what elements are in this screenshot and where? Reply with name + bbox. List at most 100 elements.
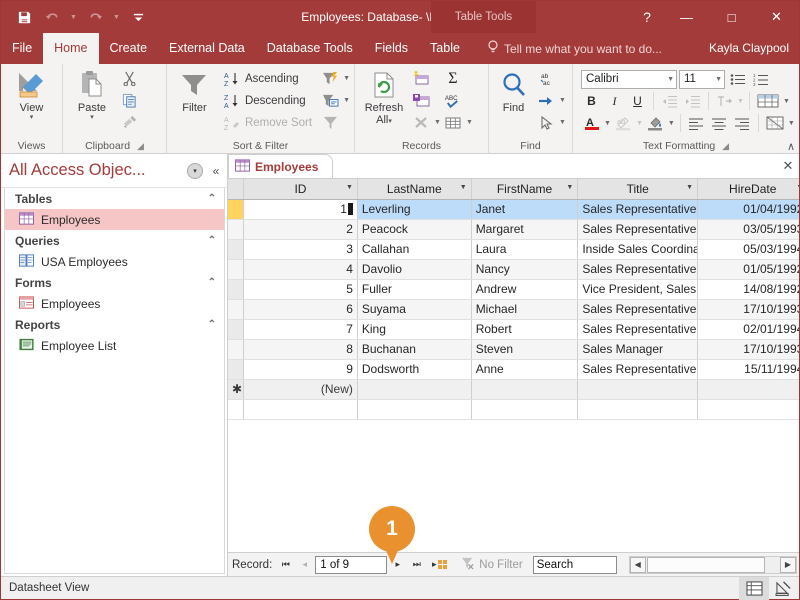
cell-title[interactable]: Sales Representative	[577, 359, 699, 380]
delete-record-caret-icon[interactable]: ▼	[434, 119, 441, 126]
chevron-down-icon[interactable]: ▾	[187, 162, 203, 179]
go-to-icon[interactable]	[534, 90, 558, 111]
cell-id[interactable]: 5	[243, 279, 358, 300]
row-selector[interactable]	[228, 219, 245, 240]
scroll-left-button[interactable]: ◀	[629, 556, 646, 573]
font-size-caret-icon[interactable]: ▼	[715, 76, 722, 83]
table-row[interactable]: 2 Peacock Margaret Sales Representative …	[228, 219, 799, 240]
table-row[interactable]: 5 Fuller Andrew Vice President, Sales 14…	[228, 279, 799, 300]
filter-button[interactable]: Filter	[171, 67, 218, 114]
select-caret-icon[interactable]: ▼	[559, 119, 566, 126]
row-selector[interactable]	[228, 279, 245, 300]
cell-title[interactable]: Sales Representative	[577, 259, 699, 280]
cell-lastname-new[interactable]	[357, 379, 472, 400]
nav-item-employees-form[interactable]: Employees	[5, 293, 224, 314]
background-color-caret-icon[interactable]: ▼	[668, 120, 675, 127]
underline-button[interactable]: U	[627, 91, 648, 111]
maximize-button[interactable]: □	[709, 1, 754, 33]
cell-hiredate[interactable]: 02/01/1994	[697, 319, 799, 340]
cell-firstname[interactable]: Margaret	[471, 219, 579, 240]
cell-id[interactable]: 6	[243, 299, 358, 320]
refresh-all-button[interactable]: Refresh All▾	[359, 67, 409, 126]
first-record-button[interactable]: ⏮	[277, 556, 294, 574]
font-color-icon[interactable]: A	[581, 113, 602, 133]
cell-firstname[interactable]: Andrew	[471, 279, 579, 300]
tab-database-tools[interactable]: Database Tools	[256, 33, 364, 64]
scroll-right-button[interactable]: ▶	[780, 556, 796, 573]
search-input[interactable]: Search	[532, 555, 617, 574]
cell-hiredate[interactable]: 15/11/1994	[697, 359, 799, 380]
undo-dropdown-icon[interactable]: ▼	[67, 5, 80, 29]
nav-group-tables[interactable]: Tables ⌃	[5, 188, 224, 209]
background-color-icon[interactable]	[645, 113, 666, 133]
datasheet-view-icon[interactable]	[739, 576, 769, 600]
column-header-hiredate[interactable]: HireDate ▼	[697, 179, 799, 200]
row-selector[interactable]	[228, 239, 245, 260]
last-record-button[interactable]: ⏭	[408, 556, 425, 574]
paste-caret-icon[interactable]: ▾	[90, 114, 94, 122]
cell-id-new[interactable]: (New)	[243, 379, 358, 400]
cell-firstname[interactable]: Laura	[471, 239, 579, 260]
scrollbar-thumb[interactable]	[646, 556, 765, 573]
row-selector[interactable]	[228, 259, 245, 280]
nav-item-usa-employees-query[interactable]: USA Employees	[5, 251, 224, 272]
font-color-caret-icon[interactable]: ▼	[604, 120, 611, 127]
chevron-down-icon[interactable]: ▼	[686, 184, 693, 191]
customize-quick-access-icon[interactable]	[125, 5, 151, 29]
filter-status[interactable]: No Filter	[461, 557, 523, 573]
find-button[interactable]: Find	[493, 67, 534, 114]
cell-title[interactable]: Sales Representative	[577, 199, 699, 220]
collapse-navigation-pane-icon[interactable]: «	[209, 164, 223, 178]
font-name-select[interactable]: Calibri ▼	[581, 69, 677, 89]
cell-firstname[interactable]: Nancy	[471, 259, 579, 280]
previous-record-button[interactable]: ◂	[296, 556, 313, 574]
cell-title[interactable]: Sales Manager	[577, 339, 699, 360]
spelling-icon[interactable]: ABC	[441, 90, 465, 111]
nav-group-reports[interactable]: Reports ⌃	[5, 314, 224, 335]
cell-firstname[interactable]: Anne	[471, 359, 579, 380]
nav-item-employees-table[interactable]: Employees	[5, 209, 224, 230]
new-record-button[interactable]: ▸	[427, 556, 451, 574]
user-account[interactable]: Kayla Claypool	[709, 33, 789, 64]
cell-lastname[interactable]: Davolio	[357, 259, 472, 280]
replace-icon[interactable]: ab ac	[534, 68, 568, 89]
nav-item-employee-list-report[interactable]: Employee List	[5, 335, 224, 356]
more-records-icon[interactable]	[441, 112, 465, 133]
close-object-icon[interactable]: ✕	[777, 158, 799, 178]
cell-hiredate[interactable]: 17/10/1993	[697, 339, 799, 360]
chevron-up-icon[interactable]: ⌃	[208, 193, 216, 204]
view-caret-icon[interactable]: ▾	[30, 114, 34, 122]
row-selector[interactable]	[228, 299, 245, 320]
gridlines-icon[interactable]	[755, 91, 781, 111]
cell-lastname[interactable]: Suyama	[357, 299, 472, 320]
row-selector[interactable]	[228, 339, 245, 360]
new-record-row[interactable]: ✱ (New)	[228, 379, 799, 400]
next-record-button[interactable]: ▸	[389, 556, 406, 574]
column-header-id[interactable]: ID ▼	[243, 179, 358, 200]
cell-lastname[interactable]: Leverling	[357, 199, 472, 220]
table-row[interactable]: 4 Davolio Nancy Sales Representative 01/…	[228, 259, 799, 280]
table-row[interactable]: 6 Suyama Michael Sales Representative 17…	[228, 299, 799, 320]
table-row[interactable]: 7 King Robert Sales Representative 02/01…	[228, 319, 799, 340]
cell-id[interactable]: 1	[243, 198, 358, 220]
tab-file[interactable]: File	[1, 33, 43, 64]
chevron-up-icon[interactable]: ⌃	[208, 319, 216, 330]
table-row[interactable]: 1 Leverling Janet Sales Representative 0…	[228, 198, 799, 220]
sort-descending-button[interactable]: ZA Descending	[220, 90, 316, 111]
chevron-down-icon[interactable]: ▼	[460, 184, 467, 191]
bold-button[interactable]: B	[581, 91, 602, 111]
table-row[interactable]: 9 Dodsworth Anne Sales Representative 15…	[228, 359, 799, 380]
document-tab-employees[interactable]: Employees	[228, 154, 334, 178]
format-painter-button[interactable]	[117, 112, 142, 133]
text-formatting-dialog-launcher-icon[interactable]: ◢	[722, 141, 729, 151]
align-right-icon[interactable]	[732, 113, 753, 133]
selection-filter-icon[interactable]	[318, 90, 342, 111]
cell-hiredate[interactable]: 14/08/1992	[697, 279, 799, 300]
chevron-up-icon[interactable]: ⌃	[208, 235, 216, 246]
paste-button[interactable]: Paste ▾	[67, 67, 117, 122]
nav-group-forms[interactable]: Forms ⌃	[5, 272, 224, 293]
cell-id[interactable]: 9	[243, 359, 358, 380]
cut-button[interactable]	[117, 68, 142, 89]
font-name-caret-icon[interactable]: ▼	[667, 76, 674, 83]
cell-firstname[interactable]: Michael	[471, 299, 579, 320]
